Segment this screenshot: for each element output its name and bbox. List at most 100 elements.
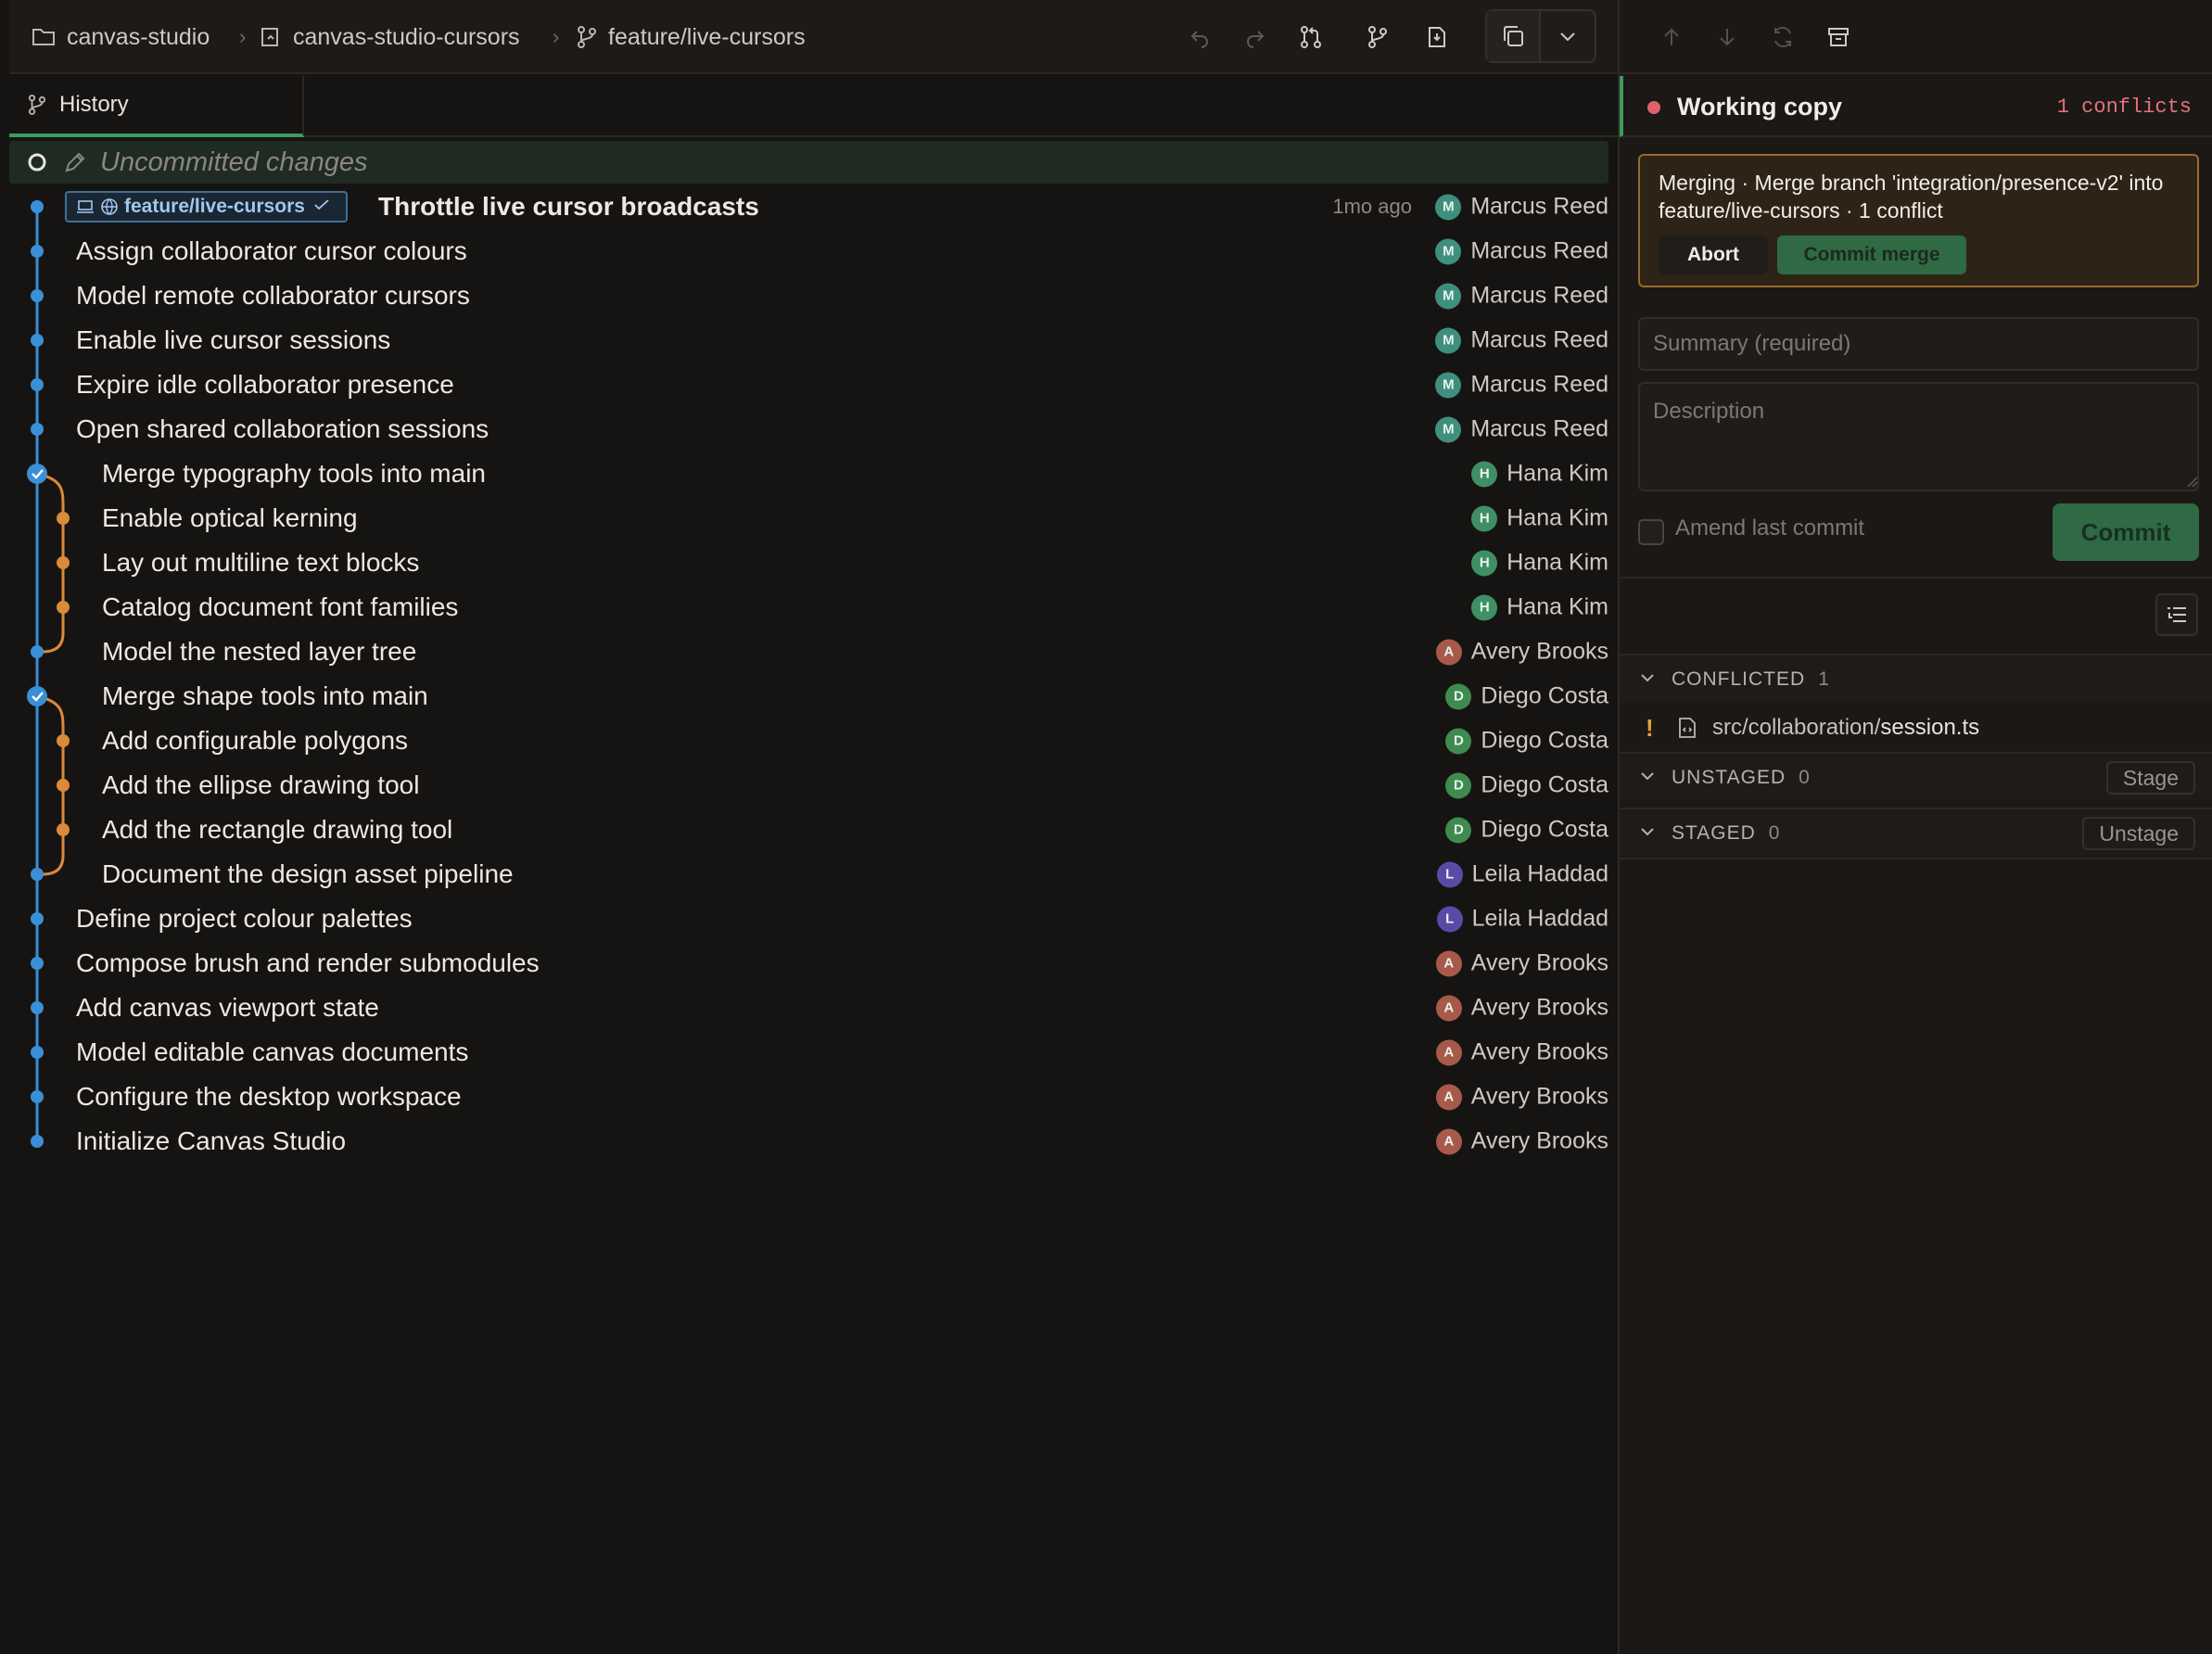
commit-author: M Marcus Reed: [1435, 238, 1608, 265]
commit-author: D Diego Costa: [1445, 772, 1608, 799]
commit-title: Compose brush and render submodules: [76, 948, 540, 977]
author-name: Marcus Reed: [1470, 282, 1608, 309]
avatar: A: [1435, 995, 1462, 1021]
commit-title: Model editable canvas documents: [76, 1037, 469, 1066]
summary-input[interactable]: Summary (required): [1638, 317, 2199, 371]
commit-title: Merge typography tools into main: [102, 459, 486, 488]
avatar: A: [1435, 1084, 1462, 1110]
author-name: Diego Costa: [1481, 727, 1608, 754]
commit-row[interactable]: Merge typography tools into main H Hana Ki…: [9, 452, 1608, 496]
avatar: H: [1471, 550, 1498, 576]
commit-title: Initialize Canvas Studio: [76, 1126, 347, 1155]
commit-row[interactable]: Add the rectangle drawing tool D Diego Cos…: [9, 808, 1608, 852]
abort-button[interactable]: Abort: [1659, 235, 1768, 274]
commit-author: D Diego Costa: [1445, 728, 1608, 755]
commit-row[interactable]: Document the design asset pipeline L Leila…: [9, 852, 1608, 897]
commit-row[interactable]: Model remote collaborator cursors M Marcus…: [9, 274, 1608, 318]
commit-author: M Marcus Reed: [1435, 327, 1608, 354]
avatar: D: [1445, 817, 1472, 843]
arrow-down-icon[interactable]: [1709, 19, 1746, 56]
conflict-status-dot: [1647, 101, 1660, 114]
chevron-down-icon: [1641, 674, 1654, 682]
commit-title: Add the rectangle drawing tool: [102, 815, 453, 844]
commit-author: M Marcus Reed: [1435, 372, 1608, 399]
commit-title: Assign collaborator cursor colours: [76, 236, 467, 265]
unstage-button[interactable]: Unstage: [2082, 817, 2195, 850]
avatar: M: [1435, 327, 1462, 353]
avatar: D: [1445, 728, 1472, 754]
author-name: Avery Brooks: [1470, 949, 1608, 976]
commit-row[interactable]: feature/live-cursors Throttle live cursor…: [9, 184, 1608, 229]
commit-title: Define project colour palettes: [76, 904, 413, 933]
arrow-up-icon[interactable]: [1653, 19, 1690, 56]
right-toolbar: [1620, 0, 2212, 74]
commit-row[interactable]: Enable live cursor sessions M Marcus Reed: [9, 318, 1608, 363]
author-name: Leila Haddad: [1471, 860, 1608, 887]
description-input[interactable]: Description: [1638, 382, 2199, 491]
commit-row[interactable]: Lay out multiline text blocks H Hana Kim: [9, 541, 1608, 585]
section-unstaged-label: UNSTAGED: [1672, 767, 1786, 788]
list-view-icon[interactable]: [2155, 593, 2198, 636]
commit-row[interactable]: Define project colour palettes L Leila Had…: [9, 897, 1608, 941]
avatar: D: [1445, 683, 1472, 709]
commit-author: A Avery Brooks: [1435, 994, 1608, 1022]
commit-row[interactable]: Add canvas viewport state A Avery Brooks: [9, 986, 1608, 1030]
commit-title: Document the design asset pipeline: [102, 859, 514, 888]
commit-row[interactable]: Model editable canvas documents A Avery Br…: [9, 1030, 1608, 1075]
working-copy-title: Working copy: [1677, 92, 1843, 121]
section-conflicted[interactable]: CONFLICTED 1: [1620, 654, 2212, 702]
merge-banner: Merging · Merge branch 'integration/pres…: [1638, 154, 2199, 287]
commit-row[interactable]: Configure the desktop workspace A Avery Br…: [9, 1075, 1608, 1119]
commit-row[interactable]: Add configurable polygons D Diego Costa: [9, 719, 1608, 763]
commit-row[interactable]: Enable optical kerning H Hana Kim: [9, 496, 1608, 541]
archive-icon[interactable]: [1820, 19, 1857, 56]
laptop-icon: [77, 200, 94, 213]
author-name: Avery Brooks: [1470, 638, 1608, 665]
commit-row[interactable]: Compose brush and render submodules A Aver…: [9, 941, 1608, 986]
author-name: Diego Costa: [1481, 771, 1608, 798]
commit-row[interactable]: Merge shape tools into main D Diego Costa: [9, 674, 1608, 719]
commit-title: Add configurable polygons: [102, 726, 409, 755]
avatar: L: [1436, 861, 1463, 887]
commit-row[interactable]: Expire idle collaborator presence M Marcus…: [9, 363, 1608, 407]
conflicted-file-row[interactable]: ! src/collaboration/session.ts: [1620, 705, 2212, 751]
amend-checkbox[interactable]: [1638, 519, 1664, 545]
working-copy-header[interactable]: Working copy 1 conflicts: [1620, 76, 2212, 137]
section-staged[interactable]: STAGED 0 Unstage: [1620, 808, 2212, 856]
commit-title: Enable optical kerning: [102, 503, 358, 532]
author-name: Avery Brooks: [1470, 994, 1608, 1021]
commit-row[interactable]: Assign collaborator cursor colours M Marcu…: [9, 229, 1608, 274]
author-name: Hana Kim: [1506, 460, 1608, 487]
commit-title: Model remote collaborator cursors: [76, 281, 470, 310]
commit-author: D Diego Costa: [1445, 817, 1608, 844]
commit-row[interactable]: Model the nested layer tree A Avery Brooks: [9, 630, 1608, 674]
avatar: M: [1435, 416, 1462, 442]
commit-button[interactable]: Commit: [2053, 503, 2199, 561]
commit-row[interactable]: Catalog document font families H Hana Kim: [9, 585, 1608, 630]
commit-author: H Hana Kim: [1471, 594, 1608, 621]
commit-author: M Marcus Reed: [1435, 194, 1608, 221]
commit-author: M Marcus Reed: [1435, 416, 1608, 443]
author-name: Marcus Reed: [1470, 237, 1608, 264]
commit-row[interactable]: Initialize Canvas Studio A Avery Brooks: [9, 1119, 1608, 1164]
author-name: Avery Brooks: [1470, 1127, 1608, 1154]
author-name: Diego Costa: [1481, 816, 1608, 843]
commit-merge-button[interactable]: Commit merge: [1777, 235, 1966, 274]
avatar: M: [1435, 283, 1462, 309]
commit-row[interactable]: Add the ellipse drawing tool D Diego Costa: [9, 763, 1608, 808]
author-name: Leila Haddad: [1471, 905, 1608, 932]
avatar: L: [1436, 906, 1463, 932]
author-name: Hana Kim: [1506, 549, 1608, 576]
resize-handle-icon[interactable]: [2185, 475, 2198, 488]
history-pane: canvas-studio › canvas-studio-cursors › …: [0, 0, 1618, 1654]
section-conflicted-label: CONFLICTED: [1672, 668, 1806, 690]
section-unstaged[interactable]: UNSTAGED 0 Stage: [1620, 752, 2212, 800]
working-copy-pane: Working copy 1 conflicts Merging · Merge…: [1618, 0, 2212, 1654]
commit-author: H Hana Kim: [1471, 550, 1608, 577]
stage-button[interactable]: Stage: [2105, 761, 2195, 795]
branch-chip[interactable]: feature/live-cursors: [65, 191, 348, 223]
branch-chip-label: feature/live-cursors: [124, 196, 305, 217]
commit-row[interactable]: Open shared collaboration sessions M Marcu…: [9, 407, 1608, 452]
author-name: Hana Kim: [1506, 593, 1608, 620]
refresh-icon[interactable]: [1764, 19, 1801, 56]
